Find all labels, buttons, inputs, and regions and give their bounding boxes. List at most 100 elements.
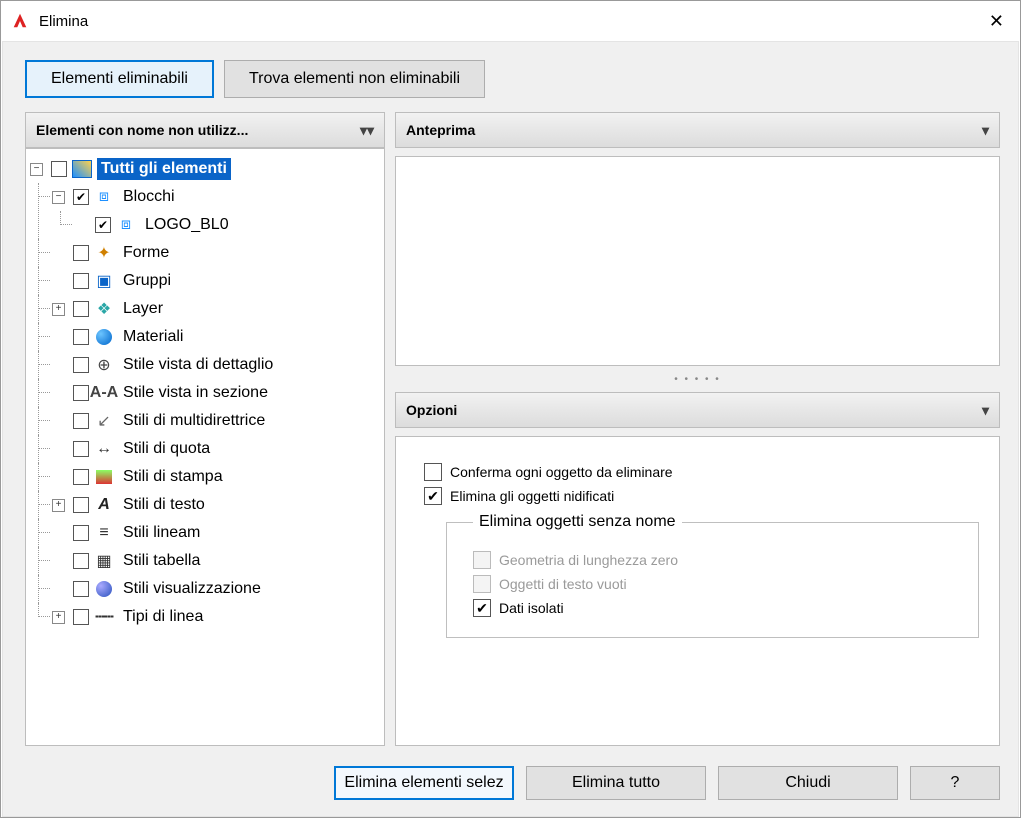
tree-item-visualizzazione[interactable]: Stili visualizzazione: [52, 575, 380, 603]
block-icon: ⧈: [93, 187, 115, 207]
tree-label[interactable]: Blocchi: [119, 186, 179, 208]
expander-icon[interactable]: +: [52, 611, 65, 624]
checkbox[interactable]: [51, 161, 67, 177]
purge-all-button[interactable]: Elimina tutto: [526, 766, 706, 800]
tree-item-materiali[interactable]: Materiali: [52, 323, 380, 351]
tree-item-tabella[interactable]: ▦Stili tabella: [52, 547, 380, 575]
help-button[interactable]: ?: [910, 766, 1000, 800]
expander-icon[interactable]: −: [30, 163, 43, 176]
option-confirm[interactable]: Conferma ogni oggetto da eliminare: [424, 463, 979, 481]
multileader-icon: ↙: [93, 411, 115, 431]
tree-label[interactable]: Forme: [119, 242, 173, 264]
tree-label[interactable]: Stili di testo: [119, 494, 209, 516]
splitter[interactable]: • • • • •: [395, 374, 1000, 384]
tree-label[interactable]: Stili lineam: [119, 522, 204, 544]
tree-label[interactable]: Stili di stampa: [119, 466, 227, 488]
tab-purgeable[interactable]: Elementi eliminabili: [25, 60, 214, 98]
checkbox[interactable]: [73, 497, 89, 513]
tree-label[interactable]: Tutti gli elementi: [97, 158, 231, 180]
checkbox[interactable]: [73, 189, 89, 205]
checkbox: [473, 575, 491, 593]
checkbox[interactable]: [73, 609, 89, 625]
tree-item-stile-dettaglio[interactable]: ⊕Stile vista di dettaglio: [52, 351, 380, 379]
all-items-icon: [72, 160, 92, 178]
checkbox[interactable]: [73, 469, 89, 485]
checkbox[interactable]: [73, 553, 89, 569]
checkbox[interactable]: [73, 273, 89, 289]
tree-label[interactable]: Materiali: [119, 326, 187, 348]
checkbox[interactable]: [73, 385, 89, 401]
tree-item-tipi-linea[interactable]: + ┄┄Tipi di linea: [52, 603, 380, 631]
option-orphan[interactable]: Dati isolati: [473, 599, 964, 617]
expander-icon[interactable]: +: [52, 303, 65, 316]
tree-item-logo[interactable]: ⧈ LOGO_BL0: [74, 211, 380, 239]
tree-label[interactable]: Stile vista in sezione: [119, 382, 272, 404]
options-title: Opzioni: [406, 402, 457, 418]
checkbox[interactable]: [73, 525, 89, 541]
tree-root[interactable]: − Tutti gli elementi: [30, 155, 380, 183]
tree-label[interactable]: Tipi di linea: [119, 606, 207, 628]
checkbox[interactable]: [73, 441, 89, 457]
button-bar: Elimina elementi selez Elimina tutto Chi…: [3, 756, 1018, 816]
checkbox[interactable]: [473, 599, 491, 617]
window-title: Elimina: [39, 13, 88, 30]
preview-title: Anteprima: [406, 122, 475, 138]
chevron-down-icon[interactable]: ▾▾: [360, 122, 374, 139]
tree-item-stampa[interactable]: Stili di stampa: [52, 463, 380, 491]
table-style-icon: ▦: [93, 551, 115, 571]
checkbox[interactable]: [73, 245, 89, 261]
tree-label[interactable]: Stili di quota: [119, 438, 214, 460]
checkbox[interactable]: [73, 357, 89, 373]
checkbox[interactable]: [73, 581, 89, 597]
visual-style-icon: [93, 579, 115, 599]
preview-header[interactable]: Anteprima ▾: [395, 112, 1000, 148]
mline-style-icon: ≡: [93, 523, 115, 543]
checkbox[interactable]: [73, 329, 89, 345]
chevron-down-icon[interactable]: ▾: [982, 402, 989, 419]
option-label: Geometria di lunghezza zero: [499, 552, 678, 568]
tree-item-quota[interactable]: ↔Stili di quota: [52, 435, 380, 463]
checkbox[interactable]: [424, 463, 442, 481]
tree-label[interactable]: Layer: [119, 298, 167, 320]
close-icon[interactable]: ✕: [989, 11, 1004, 32]
expander-icon[interactable]: −: [52, 191, 65, 204]
text-style-icon: A: [93, 495, 115, 515]
tree-label[interactable]: Stili visualizzazione: [119, 578, 265, 600]
checkbox[interactable]: [73, 413, 89, 429]
block-icon: ⧈: [115, 215, 137, 235]
expander-icon[interactable]: +: [52, 499, 65, 512]
material-icon: [93, 327, 115, 347]
tree[interactable]: − Tutti gli elementi −: [30, 155, 380, 631]
tree-item-layer[interactable]: +❖Layer: [52, 295, 380, 323]
title-bar: Elimina ✕: [1, 1, 1020, 41]
checkbox[interactable]: [424, 487, 442, 505]
checkbox[interactable]: [73, 301, 89, 317]
section-view-icon: A-A: [93, 383, 115, 403]
group-icon: ▣: [93, 271, 115, 291]
chevron-down-icon[interactable]: ▾: [982, 122, 989, 139]
close-button[interactable]: Chiudi: [718, 766, 898, 800]
tree-item-testo[interactable]: + AStili di testo: [52, 491, 380, 519]
detail-view-icon: ⊕: [93, 355, 115, 375]
option-nested[interactable]: Elimina gli oggetti nidificati: [424, 487, 979, 505]
left-panel-title: Elementi con nome non utilizz...: [36, 122, 248, 138]
options-header[interactable]: Opzioni ▾: [395, 392, 1000, 428]
left-panel-header[interactable]: Elementi con nome non utilizz... ▾▾: [25, 112, 385, 148]
dimension-icon: ↔: [93, 439, 115, 459]
tree-item-gruppi[interactable]: ▣Gruppi: [52, 267, 380, 295]
tree-label[interactable]: Stili di multidirettrice: [119, 410, 269, 432]
purge-selected-button[interactable]: Elimina elementi selez: [334, 766, 514, 800]
tree-label[interactable]: LOGO_BL0: [141, 214, 233, 236]
tree-item-stile-sezione[interactable]: A-AStile vista in sezione: [52, 379, 380, 407]
tree-item-lineam[interactable]: ≡Stili lineam: [52, 519, 380, 547]
checkbox[interactable]: [95, 217, 111, 233]
tree-label[interactable]: Gruppi: [119, 270, 175, 292]
linetype-icon: ┄┄: [93, 607, 115, 627]
tab-find-non-purgeable[interactable]: Trova elementi non eliminabili: [224, 60, 485, 98]
option-empty-text: Oggetti di testo vuoti: [473, 575, 964, 593]
tree-label[interactable]: Stile vista di dettaglio: [119, 354, 277, 376]
tree-item-blocchi[interactable]: − ⧈ Blocchi: [52, 183, 380, 211]
tree-item-forme[interactable]: ✦Forme: [52, 239, 380, 267]
tree-item-multidirettrice[interactable]: ↙Stili di multidirettrice: [52, 407, 380, 435]
tree-label[interactable]: Stili tabella: [119, 550, 204, 572]
